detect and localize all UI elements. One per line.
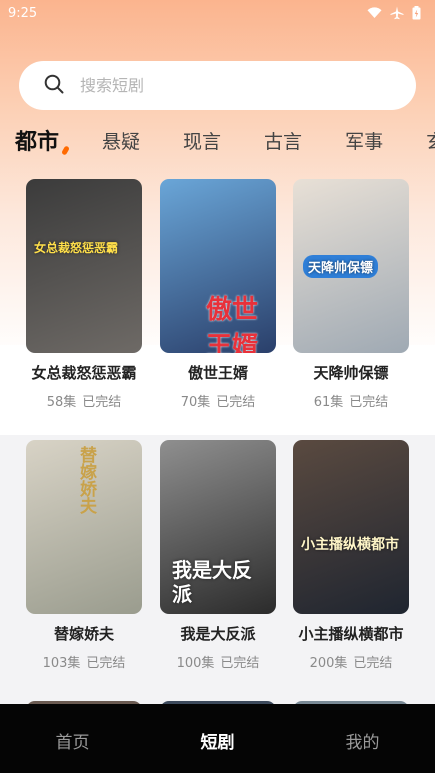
poster-title-art: 女总裁怒惩恶霸 — [34, 241, 119, 255]
airplane-mode-icon — [390, 6, 404, 20]
drama-meta: 58集 已完结 — [14, 391, 154, 410]
tab-label: 都市 — [15, 130, 60, 155]
completion-status: 已完结 — [220, 656, 260, 671]
nav-short-drama[interactable]: 短剧 — [145, 704, 290, 753]
status-time: 9:25 — [8, 5, 38, 21]
drama-card[interactable]: 女总裁怒惩恶霸 女总裁怒惩恶霸 58集 已完结 — [26, 179, 142, 410]
tab-label: 悬疑 — [102, 130, 141, 153]
drama-meta: 61集 已完结 — [281, 391, 421, 410]
tab-junshi[interactable]: 军事 — [345, 127, 383, 154]
drama-meta: 70集 已完结 — [148, 391, 288, 410]
poster-title-art: 替嫁娇夫 — [76, 446, 96, 514]
tab-guyan[interactable]: 古言 — [264, 127, 302, 154]
tab-label: 军事 — [345, 130, 384, 153]
drama-title: 女总裁怒惩恶霸 — [31, 364, 137, 382]
drama-title: 我是大反派 — [180, 625, 256, 643]
drama-poster[interactable]: 小主播纵横都市 — [293, 440, 409, 614]
tab-xuanhuan[interactable]: 玄幻 — [426, 127, 435, 154]
wifi-icon — [367, 7, 382, 19]
bottom-navigation: 首页 短剧 我的 — [0, 704, 435, 773]
drama-meta: 200集 已完结 — [281, 652, 421, 671]
nav-mine[interactable]: 我的 — [290, 704, 435, 753]
completion-status: 已完结 — [349, 395, 389, 410]
drama-card[interactable]: 小主播纵横都市 小主播纵横都市 200集 已完结 — [293, 440, 409, 671]
poster-title-art: 小主播纵横都市 — [301, 537, 399, 553]
episode-count: 61集 — [313, 395, 344, 410]
episode-count: 100集 — [176, 656, 215, 671]
drama-card[interactable]: 傲世王婿 傲世王婿 70集 已完结 — [160, 179, 276, 410]
drama-title: 天降帅保镖 — [313, 364, 389, 382]
drama-meta: 103集 已完结 — [14, 652, 154, 671]
battery-icon — [412, 6, 421, 20]
completion-status: 已完结 — [82, 395, 122, 410]
episode-count: 103集 — [42, 656, 81, 671]
drama-title: 替嫁娇夫 — [53, 625, 114, 643]
poster-title-art: 傲世王婿 — [206, 295, 259, 353]
drama-card[interactable]: 天降帅保镖 天降帅保镖 61集 已完结 — [293, 179, 409, 410]
completion-status: 已完结 — [353, 656, 393, 671]
drama-poster[interactable]: 天降帅保镖 — [293, 179, 409, 353]
tab-dushi[interactable]: 都市 — [15, 124, 70, 156]
completion-status: 已完结 — [216, 395, 256, 410]
search-bar[interactable] — [19, 61, 416, 110]
active-tab-indicator — [61, 145, 70, 156]
drama-poster[interactable]: 替嫁娇夫 — [26, 440, 142, 614]
tab-label: 古言 — [264, 130, 303, 153]
drama-poster[interactable]: 傲世王婿 — [160, 179, 276, 353]
tab-xianyan[interactable]: 现言 — [183, 127, 221, 154]
drama-card[interactable]: 我是大反派 我是大反派 100集 已完结 — [160, 440, 276, 671]
episode-count: 58集 — [46, 395, 77, 410]
category-tabs: 都市 悬疑 现言 古言 军事 玄幻 — [0, 122, 435, 158]
tab-label: 现言 — [183, 130, 222, 153]
search-input[interactable] — [78, 75, 382, 96]
drama-title: 小主播纵横都市 — [298, 625, 404, 643]
drama-title: 傲世王婿 — [187, 364, 248, 382]
drama-meta: 100集 已完结 — [148, 652, 288, 671]
tab-label: 玄幻 — [426, 131, 435, 153]
poster-title-art: 我是大反派 — [172, 558, 252, 606]
status-bar: 9:25 — [0, 0, 435, 26]
completion-status: 已完结 — [86, 656, 126, 671]
nav-home[interactable]: 首页 — [0, 704, 145, 753]
drama-poster[interactable]: 我是大反派 — [160, 440, 276, 614]
drama-poster[interactable]: 女总裁怒惩恶霸 — [26, 179, 142, 353]
search-icon — [44, 74, 64, 98]
tab-xuanyi[interactable]: 悬疑 — [102, 127, 140, 154]
episode-count: 70集 — [180, 395, 211, 410]
episode-count: 200集 — [309, 656, 348, 671]
drama-card[interactable]: 替嫁娇夫 替嫁娇夫 103集 已完结 — [26, 440, 142, 671]
poster-title-art: 天降帅保镖 — [303, 255, 379, 278]
